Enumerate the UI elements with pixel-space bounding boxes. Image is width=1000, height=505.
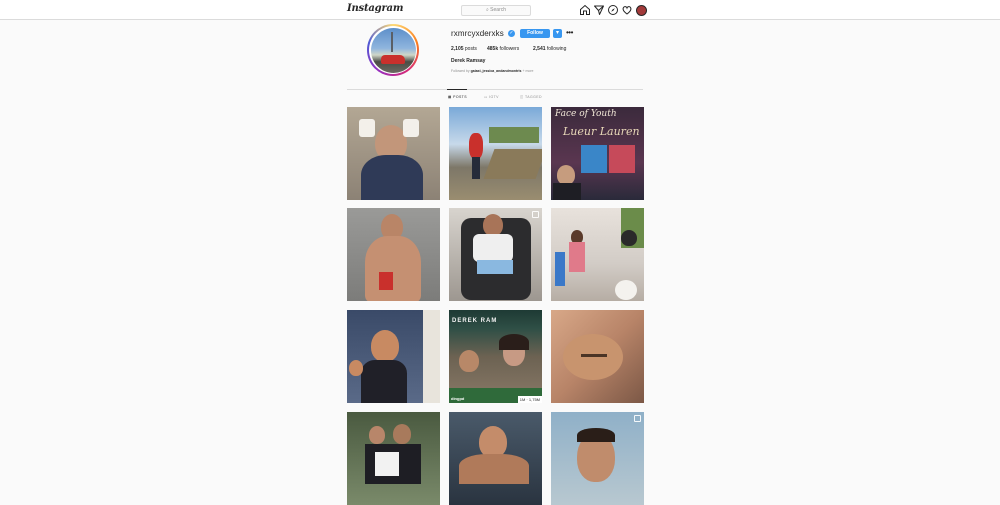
tab-divider: [347, 89, 643, 90]
activity-icon[interactable]: [621, 4, 633, 16]
full-name: Derek Ramsay: [451, 58, 486, 64]
post-overlay-text: Lueur Lauren: [563, 125, 640, 138]
tab-posts[interactable]: ▦ POSTS: [448, 95, 467, 99]
profile-avatar[interactable]: [636, 5, 647, 16]
followed-by[interactable]: Followed by gaiaxi, jessica_andandmontri…: [451, 69, 533, 73]
post-caption: dingpd: [451, 396, 465, 401]
multi-post-icon: [532, 211, 539, 218]
follow-button[interactable]: Follow: [520, 29, 550, 38]
multi-post-icon: [634, 415, 641, 422]
posts-count: 2,105 posts: [451, 46, 477, 52]
top-nav: Instagram ⌕ Search: [0, 0, 1000, 20]
post-thumbnail[interactable]: [449, 208, 542, 301]
post-thumbnail[interactable]: [551, 208, 644, 301]
username: rxmrcyxderxks: [451, 29, 504, 38]
active-tab-indicator: [447, 89, 467, 90]
direct-icon[interactable]: [593, 4, 605, 16]
followers-count[interactable]: 485k followers: [487, 46, 519, 52]
post-thumbnail[interactable]: [551, 412, 644, 505]
post-thumbnail[interactable]: [449, 412, 542, 505]
post-overlay-text: Face of Youth: [555, 109, 617, 119]
verified-badge-icon: ✓: [508, 30, 515, 37]
search-input[interactable]: ⌕ Search: [461, 5, 531, 16]
search-placeholder: Search: [490, 7, 507, 13]
tab-tagged[interactable]: ◫ TAGGED: [520, 95, 542, 99]
post-thumbnail[interactable]: [347, 107, 440, 200]
instagram-logo[interactable]: Instagram: [347, 3, 403, 14]
tab-igtv[interactable]: ▭ IGTV: [484, 95, 499, 99]
home-icon[interactable]: [579, 4, 591, 16]
post-thumbnail[interactable]: [347, 208, 440, 301]
post-overlay-text: DEREK RAM: [452, 318, 498, 324]
following-count[interactable]: 2,541 following: [533, 46, 566, 52]
profile-picture[interactable]: [367, 24, 419, 76]
post-thumbnail[interactable]: [551, 310, 644, 403]
post-thumbnail[interactable]: Face of Youth Lueur Lauren: [551, 107, 644, 200]
options-button[interactable]: •••: [566, 28, 573, 37]
post-thumbnail[interactable]: [347, 310, 440, 403]
post-thumbnail[interactable]: DEREK RAM dingpd 1M · 1,75M: [449, 310, 542, 403]
suggested-accounts-button[interactable]: ▾: [553, 29, 562, 38]
explore-icon[interactable]: [607, 4, 619, 16]
post-thumbnail[interactable]: [347, 412, 440, 505]
post-thumbnail[interactable]: [449, 107, 542, 200]
post-views: 1M · 1,75M: [517, 396, 542, 403]
